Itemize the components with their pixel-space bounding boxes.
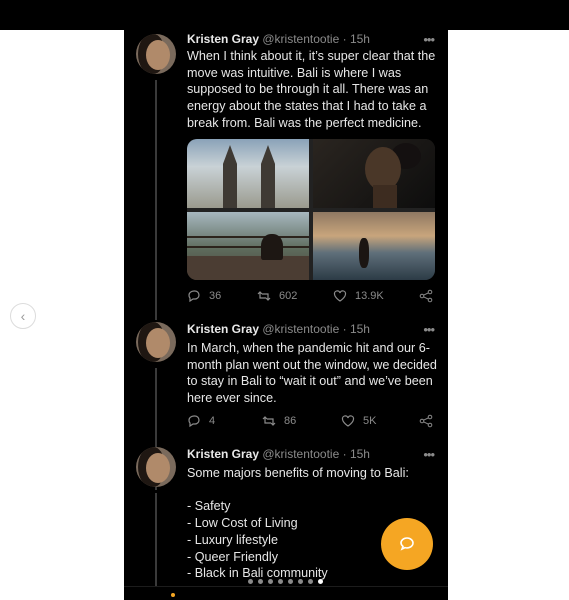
retweet-icon [257, 291, 271, 301]
carousel-dot[interactable] [258, 579, 263, 584]
previous-slide-button[interactable]: ‹ [10, 303, 36, 329]
separator: · [342, 322, 347, 336]
share-button[interactable] [419, 414, 433, 428]
share-icon [419, 289, 433, 303]
heart-icon [341, 415, 355, 427]
carousel-dot[interactable] [248, 579, 253, 584]
author-handle[interactable]: @kristentootie [262, 322, 339, 336]
carousel-dot[interactable] [288, 579, 293, 584]
tweet-header: Kristen Gray @kristentootie · 15h [187, 32, 370, 48]
separator: · [342, 32, 347, 46]
chevron-left-icon: ‹ [20, 308, 26, 324]
tweet-header: Kristen Gray @kristentootie · 15h [187, 322, 370, 338]
bottom-nav-bar [124, 586, 448, 600]
carousel-dot[interactable] [268, 579, 273, 584]
heart-icon [333, 290, 347, 302]
tweet-time[interactable]: 15h [350, 32, 370, 46]
avatar[interactable] [136, 34, 176, 74]
carousel-dot[interactable] [278, 579, 283, 584]
carousel-dots [248, 579, 323, 584]
tweet-header: Kristen Gray @kristentootie · 15h [187, 447, 370, 463]
author-name[interactable]: Kristen Gray [187, 32, 259, 46]
tweet-thread-screenshot: Kristen Gray @kristentootie · 15h ••• Wh… [124, 30, 448, 600]
media-photo-portrait[interactable] [313, 139, 435, 208]
carousel-dot[interactable] [318, 579, 323, 584]
tweet-intro: Some majors benefits of moving to Bali: [187, 466, 409, 480]
more-options-icon[interactable]: ••• [423, 322, 435, 337]
like-button[interactable]: 13.9K [333, 289, 384, 303]
tweet-actions: 4 86 5K [187, 414, 437, 432]
top-bar [0, 0, 569, 30]
author-name[interactable]: Kristen Gray [187, 322, 259, 336]
list-item: - Safety [187, 499, 231, 514]
tweet-media-grid[interactable] [187, 139, 435, 280]
reply-button[interactable]: 4 [187, 414, 215, 428]
author-name[interactable]: Kristen Gray [187, 447, 259, 461]
tweet-actions: 36 602 13.9K [187, 289, 437, 307]
share-button[interactable] [419, 289, 433, 303]
media-photo-temple-gate[interactable] [187, 139, 309, 208]
reply-count: 36 [209, 290, 222, 302]
media-photo-yoga[interactable] [187, 212, 309, 280]
thread-line [155, 80, 157, 320]
thread-line [155, 493, 157, 600]
retweet-icon [262, 416, 276, 426]
active-tab-indicator [171, 593, 175, 597]
reply-button[interactable]: 36 [187, 289, 221, 303]
like-count: 13.9K [355, 290, 384, 302]
tweet-time[interactable]: 15h [350, 447, 370, 461]
tweet-time[interactable]: 15h [350, 322, 370, 336]
retweet-button[interactable]: 602 [257, 289, 297, 303]
reply-icon [188, 415, 200, 428]
carousel-dot[interactable] [308, 579, 313, 584]
tweet-text: In March, when the pandemic hit and our … [187, 341, 437, 406]
like-count: 5K [363, 415, 377, 427]
avatar[interactable] [136, 447, 176, 487]
retweet-count: 602 [279, 290, 298, 302]
comment-button[interactable] [381, 518, 433, 570]
share-icon [419, 414, 433, 428]
avatar[interactable] [136, 322, 176, 362]
retweet-button[interactable]: 86 [262, 414, 296, 428]
reply-count: 4 [209, 415, 216, 427]
more-options-icon[interactable]: ••• [423, 32, 435, 47]
retweet-count: 86 [284, 415, 297, 427]
author-handle[interactable]: @kristentootie [262, 32, 339, 46]
separator: · [342, 447, 347, 461]
chat-bubble-icon [400, 537, 414, 551]
tweet-text: When I think about it, it’s super clear … [187, 49, 436, 130]
more-options-icon[interactable]: ••• [423, 447, 435, 462]
author-handle[interactable]: @kristentootie [262, 447, 339, 461]
media-photo-sunset-pool[interactable] [313, 212, 435, 280]
like-button[interactable]: 5K [341, 414, 376, 428]
reply-icon [188, 290, 200, 303]
carousel-dot[interactable] [298, 579, 303, 584]
